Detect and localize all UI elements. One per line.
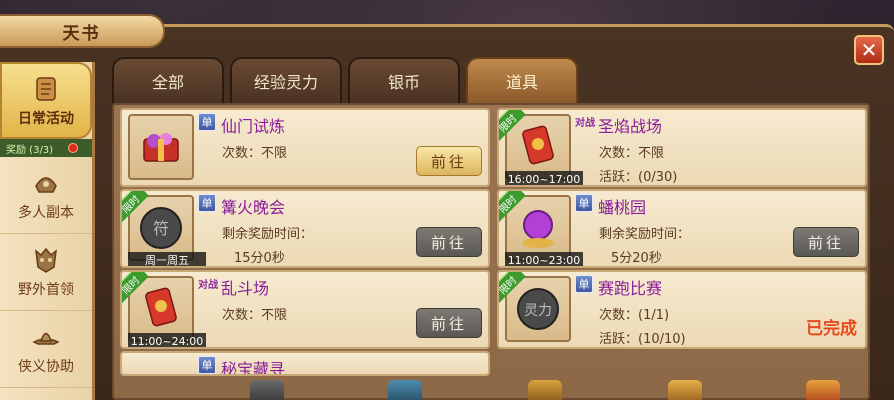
scroll-icon xyxy=(36,76,56,101)
solo-badge: 单 xyxy=(198,113,216,131)
gift-package-icon xyxy=(143,133,179,162)
hat-icon xyxy=(32,332,60,345)
activity-card: 限时 16:00~17:00 对战 圣焰战场 次数：不限 活跃：(0/30) xyxy=(497,108,867,187)
sidebar-item-label: 多人副本 xyxy=(18,205,74,221)
activity-card: 灵力 限时 单 赛跑比赛 次数：(1/1) 活跃：(10/10) 已完成 xyxy=(497,270,867,349)
chest-icon[interactable] xyxy=(528,380,562,400)
bottom-reward-bar xyxy=(240,380,880,400)
solo-badge: 单 xyxy=(575,194,593,212)
chest-icon[interactable] xyxy=(806,380,840,400)
sidebar-item-label: 日常活动 xyxy=(18,110,74,127)
reward-time-value: 15分0秒 xyxy=(234,251,285,266)
tab-exp-spirit[interactable]: 经验灵力 xyxy=(230,57,342,103)
tab-items[interactable]: 道具 xyxy=(466,57,578,103)
pvp-badge: 对战 xyxy=(575,117,595,129)
activity-thumbnail xyxy=(128,114,194,180)
svg-text:灵力: 灵力 xyxy=(524,303,552,319)
window-title: 天书 xyxy=(62,23,101,44)
window-title-tab: 天书 xyxy=(0,14,165,48)
time-window: 16:00~17:00 xyxy=(505,171,583,185)
activity-title: 乱斗场 xyxy=(221,279,270,298)
stone-token-icon: 灵力 xyxy=(517,288,559,330)
purple-orb-icon xyxy=(522,210,554,248)
activity-title: 圣焰战场 xyxy=(598,117,663,136)
demon-mask-icon xyxy=(35,247,57,273)
go-button[interactable]: 前往 xyxy=(793,227,859,257)
activity-count: 次数：(1/1) xyxy=(599,308,670,323)
chest-icon[interactable] xyxy=(668,380,702,400)
go-button[interactable]: 前往 xyxy=(416,308,482,338)
activity-count: 次数：不限 xyxy=(222,146,288,161)
solo-badge: 单 xyxy=(575,275,593,293)
reward-progress: 奖励 (3/3) xyxy=(0,139,92,157)
activity-title: 赛跑比赛 xyxy=(598,279,663,298)
sidebar: 日常活动 奖励 (3/3) 多人副本 野外首领 侠义协助 xyxy=(0,62,95,400)
talisman-icon xyxy=(145,287,177,327)
tab-silver[interactable]: 银币 xyxy=(348,57,460,103)
activity-card: 单 秘宝藏寻 xyxy=(120,351,490,376)
activity-card: 限时 11:00~24:00 对战 乱斗场 次数：不限 前往 xyxy=(120,270,490,349)
helmet-icon xyxy=(35,177,57,193)
activity-title: 仙门试炼 xyxy=(221,117,286,136)
main-content: 全部 经验灵力 银币 道具 单 仙门试炼 次数：不限 前往 限时 16:00~1… xyxy=(112,57,882,400)
activity-count: 次数：不限 xyxy=(599,146,665,161)
time-window: 11:00~24:00 xyxy=(128,333,206,347)
completed-label: 已完成 xyxy=(806,319,857,339)
sidebar-item-dungeon[interactable]: 多人副本 xyxy=(0,157,92,234)
reward-label: 奖励 (3/3) xyxy=(6,144,54,156)
reward-time-label: 剩余奖励时间： xyxy=(222,227,314,242)
activity-grid: 单 仙门试炼 次数：不限 前往 限时 16:00~17:00 对战 圣焰战场 次… xyxy=(120,108,867,376)
chest-icon[interactable] xyxy=(250,380,284,400)
activity-active: 活跃：(0/30) xyxy=(599,170,678,185)
svg-text:符: 符 xyxy=(153,219,169,238)
time-window: 11:00~23:00 xyxy=(505,252,583,266)
activity-count: 次数：不限 xyxy=(222,308,288,323)
stone-token-icon: 符 xyxy=(140,207,182,249)
notification-dot xyxy=(68,143,78,153)
chest-icon[interactable] xyxy=(388,380,422,400)
sidebar-item-label: 侠义协助 xyxy=(18,359,74,375)
sidebar-item-assist[interactable]: 侠义协助 xyxy=(0,311,92,388)
talisman-icon xyxy=(522,125,554,165)
solo-badge: 单 xyxy=(198,356,216,374)
activity-title: 蟠桃园 xyxy=(598,198,647,217)
time-window: 周一周五 xyxy=(128,252,206,266)
go-button[interactable]: 前往 xyxy=(416,146,482,176)
sidebar-item-label: 野外首领 xyxy=(18,282,74,298)
go-button[interactable]: 前往 xyxy=(416,227,482,257)
pvp-badge: 对战 xyxy=(198,279,218,291)
category-tabs: 全部 经验灵力 银币 道具 xyxy=(112,57,882,103)
sidebar-item-daily[interactable]: 日常活动 xyxy=(0,62,92,139)
reward-time-label: 剩余奖励时间： xyxy=(599,227,691,242)
activity-card: 单 仙门试炼 次数：不限 前往 xyxy=(120,108,490,187)
activity-active: 活跃：(10/10) xyxy=(599,332,686,347)
activity-list-panel: 单 仙门试炼 次数：不限 前往 限时 16:00~17:00 对战 圣焰战场 次… xyxy=(112,103,870,400)
activity-title: 篝火晚会 xyxy=(221,198,286,217)
sidebar-item-field-boss[interactable]: 野外首领 xyxy=(0,234,92,311)
activity-title: 秘宝藏寻 xyxy=(221,360,286,376)
solo-badge: 单 xyxy=(198,194,216,212)
activity-card: 符 限时 周一周五 单 篝火晚会 剩余奖励时间： 15分0秒 前往 xyxy=(120,189,490,268)
activity-card: 限时 11:00~23:00 单 蟠桃园 剩余奖励时间： 5分20秒 前往 xyxy=(497,189,867,268)
tab-all[interactable]: 全部 xyxy=(112,57,224,103)
reward-time-value: 5分20秒 xyxy=(611,251,662,266)
